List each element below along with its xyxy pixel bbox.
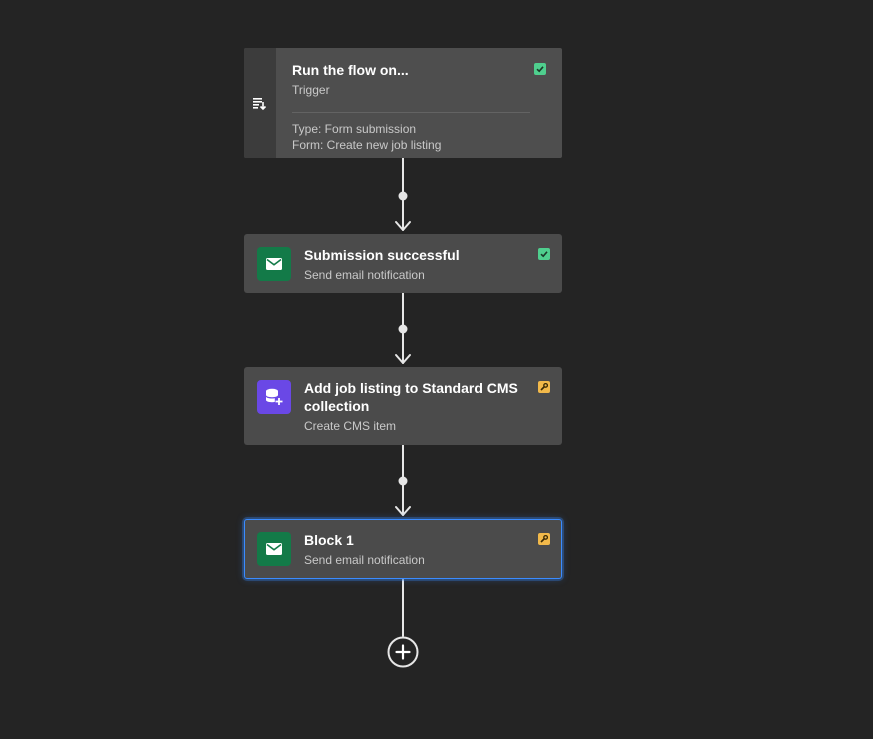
step-text: Block 1 Send email notification xyxy=(304,531,521,568)
trigger-title: Run the flow on... xyxy=(292,62,409,78)
step-node-add-job-listing[interactable]: Add job listing to Standard CMS collecti… xyxy=(244,367,562,445)
step-node-block-1[interactable]: Block 1 Send email notification xyxy=(244,519,562,579)
step-title: Block 1 xyxy=(304,532,354,548)
form-download-icon xyxy=(253,98,267,111)
connector-dot-2 xyxy=(398,324,408,334)
plus-circle-icon xyxy=(387,636,419,668)
step-text: Submission successful Send email notific… xyxy=(304,246,522,283)
trigger-form: Form: Create new job listing xyxy=(292,138,442,152)
wrench-icon xyxy=(538,533,550,545)
step-subtitle: Send email notification xyxy=(304,268,425,282)
trigger-type: Type: Form submission xyxy=(292,122,417,136)
trigger-subtitle: Trigger xyxy=(292,83,330,97)
add-step-button[interactable] xyxy=(387,636,419,668)
trigger-divider xyxy=(292,112,530,113)
connector-dot-3 xyxy=(398,476,408,486)
step-title: Submission successful xyxy=(304,247,460,263)
database-add-icon xyxy=(257,380,291,414)
check-icon xyxy=(534,63,546,75)
connector-dot-1 xyxy=(398,191,408,201)
step-text: Add job listing to Standard CMS collecti… xyxy=(304,379,522,434)
step-title: Add job listing to Standard CMS collecti… xyxy=(304,380,518,414)
trigger-rail xyxy=(244,48,276,158)
check-icon xyxy=(538,248,550,260)
mail-icon xyxy=(257,247,291,281)
mail-icon xyxy=(257,532,291,566)
step-node-submission-successful[interactable]: Submission successful Send email notific… xyxy=(244,234,562,293)
wrench-icon xyxy=(538,381,550,393)
trigger-body: Run the flow on... Trigger Type: Form su… xyxy=(276,48,562,158)
trigger-node[interactable]: Run the flow on... Trigger Type: Form su… xyxy=(244,48,562,158)
flow-canvas: Run the flow on... Trigger Type: Form su… xyxy=(0,0,873,739)
step-subtitle: Send email notification xyxy=(304,553,425,567)
step-subtitle: Create CMS item xyxy=(304,419,397,433)
